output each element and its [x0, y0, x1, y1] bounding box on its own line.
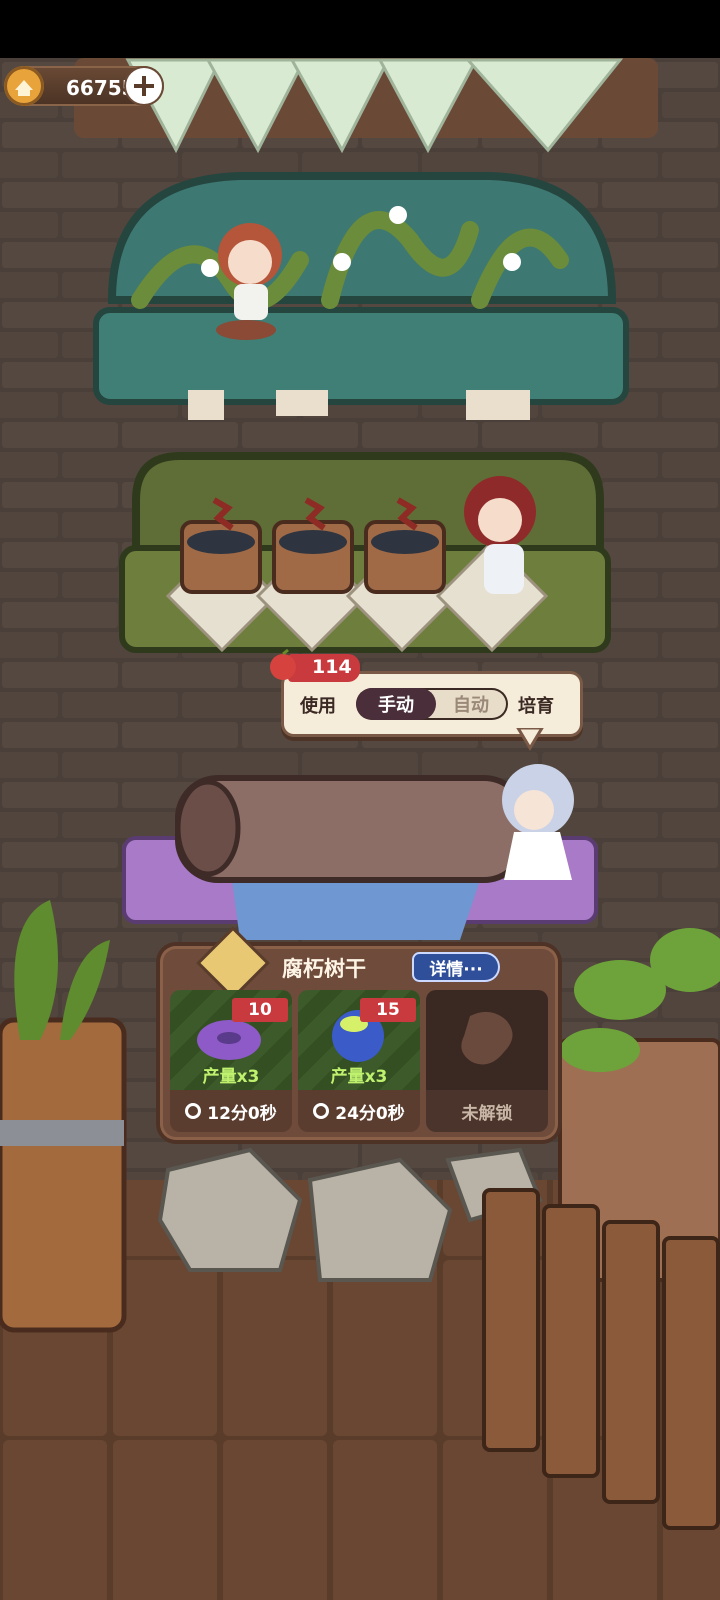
- charcoal-buckets: [180, 497, 446, 594]
- use-label: 使用: [300, 696, 336, 717]
- cost-tag: 15: [360, 998, 416, 1022]
- popup-pointer: [516, 728, 544, 751]
- girl-character-silver-hair: [502, 764, 574, 880]
- time-value: 24分0秒: [335, 1103, 405, 1124]
- manual-option[interactable]: 手动: [356, 688, 436, 720]
- option-card-2[interactable]: 15 产量x3 24分0秒: [298, 990, 420, 1132]
- game-scene: 66755 114 使用 手动 自动 培育 腐朽树干 详情··· 10 产量x3…: [0, 0, 720, 1600]
- mode-toggle[interactable]: 手动 自动: [356, 688, 508, 720]
- yield-label: 产量x3: [202, 1067, 260, 1087]
- locked-silhouette-icon: [461, 1011, 513, 1065]
- cost-tag: 10: [232, 998, 288, 1022]
- status-bar-area: [0, 0, 720, 58]
- locked-label: 未解锁: [426, 1090, 548, 1132]
- option-card-1[interactable]: 10 产量x3 12分0秒: [170, 990, 292, 1132]
- wooden-barrel: [0, 1017, 127, 1333]
- fruit-count: 114: [312, 656, 352, 678]
- auto-option[interactable]: 自动: [434, 688, 508, 720]
- cost-value: 15: [376, 1000, 400, 1020]
- clock-icon: [313, 1103, 330, 1119]
- scene-art: [0, 0, 720, 1600]
- coin-house-icon: [4, 66, 44, 106]
- panel-title: 腐朽树干: [282, 957, 366, 981]
- nurture-label: 培育: [518, 696, 554, 717]
- red-fruit-icon: [270, 648, 296, 680]
- cost-value: 10: [248, 1000, 272, 1020]
- clock-icon: [185, 1103, 202, 1119]
- option-card-locked: 未解锁: [426, 990, 548, 1132]
- blue-cloth: [232, 880, 480, 940]
- teal-bench-seat: [93, 307, 629, 405]
- yield-label: 产量x3: [330, 1067, 388, 1087]
- time-value: 12分0秒: [207, 1103, 277, 1124]
- barrel-band: [0, 1120, 124, 1146]
- details-button[interactable]: 详情···: [412, 952, 500, 982]
- plus-icon[interactable]: [126, 68, 162, 104]
